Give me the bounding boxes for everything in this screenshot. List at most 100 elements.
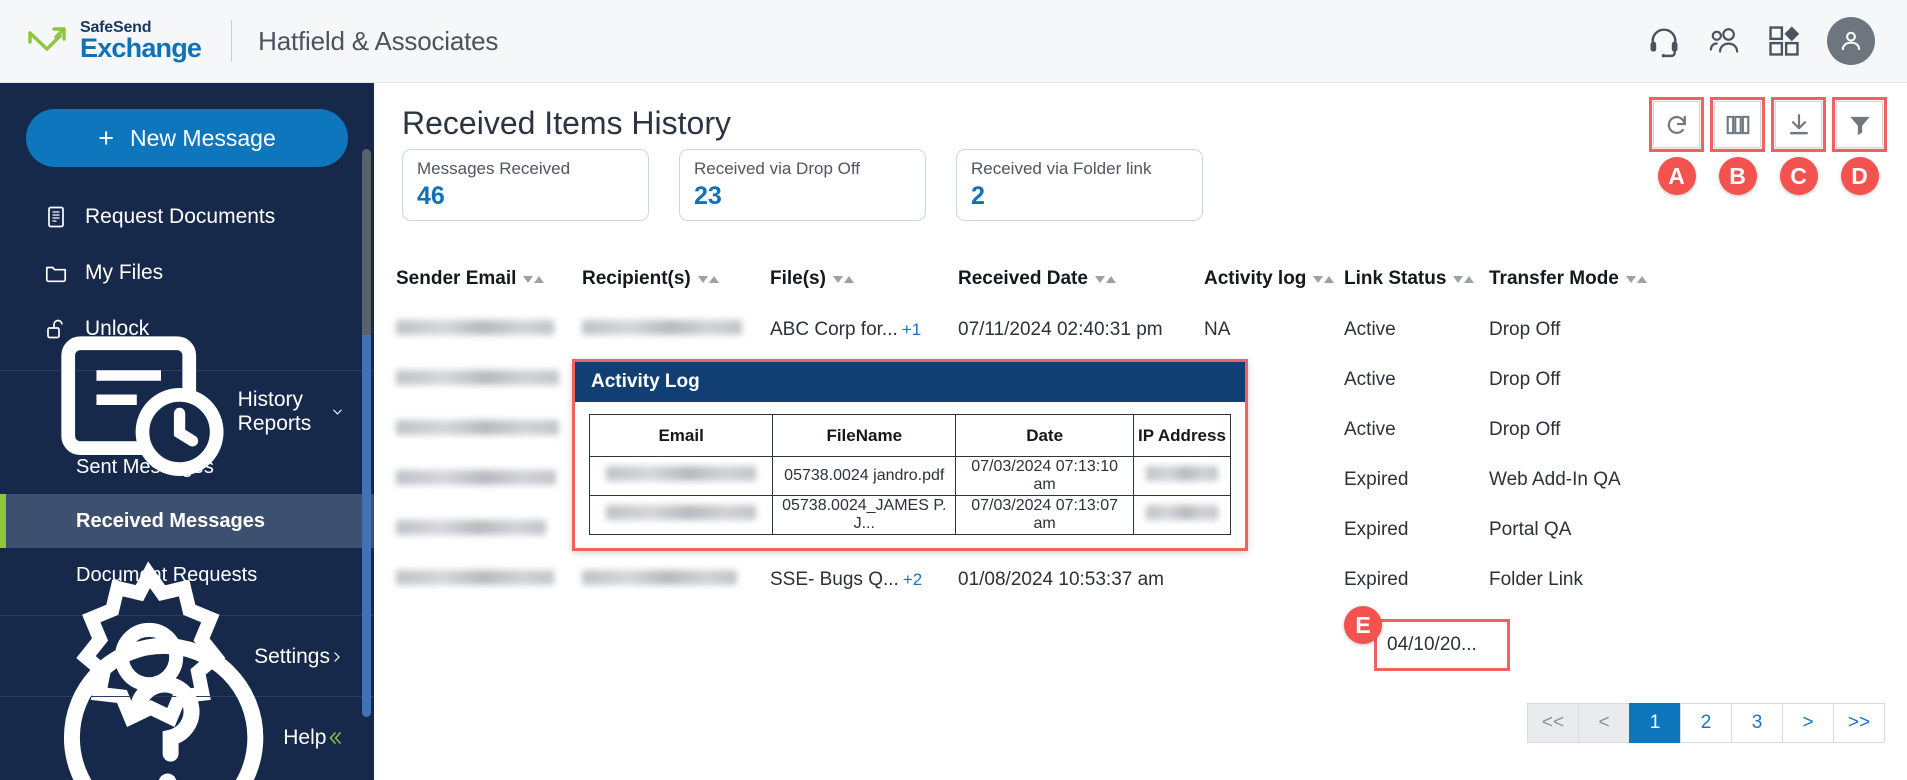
pagination-page-3[interactable]: 3 — [1731, 703, 1783, 743]
activity-cell-email — [588, 456, 774, 496]
filter-icon — [1849, 116, 1870, 135]
column-header-sender-email[interactable]: Sender Email — [396, 268, 582, 290]
app-logo[interactable]: SafeSend Exchange — [26, 20, 202, 63]
question-circle-icon — [63, 638, 264, 780]
highlighted-activity-log-cell[interactable]: 04/10/20... — [1374, 619, 1510, 671]
activity-cell-email — [588, 495, 774, 535]
redacted-value — [396, 520, 546, 535]
more-files-link[interactable]: +2 — [903, 570, 922, 589]
download-button[interactable] — [1775, 101, 1822, 148]
cell-files: ABC Corp for... +1 — [770, 319, 958, 341]
columns-button[interactable] — [1714, 101, 1761, 148]
sort-icon[interactable] — [523, 275, 545, 283]
activity-column-filename: FileName — [772, 414, 957, 457]
page-title: Received Items History — [402, 105, 731, 141]
pagination: << < 1 2 3 > >> — [1527, 703, 1885, 743]
cell-activity-log[interactable]: NA — [1204, 319, 1344, 341]
user-avatar[interactable] — [1827, 17, 1875, 65]
stat-value: 23 — [694, 182, 722, 210]
file-name: SSE- Bugs Q... — [770, 569, 899, 590]
more-files-link[interactable]: +1 — [902, 320, 921, 339]
cell-files: SSE- Bugs Q... +2 — [770, 569, 958, 591]
column-header-link-status[interactable]: Link Status — [1344, 268, 1489, 290]
pagination-prev[interactable]: < — [1578, 703, 1630, 743]
cell-sender-email — [396, 569, 582, 591]
activity-cell-filename: 05738.0024_JAMES P. J... — [772, 495, 957, 535]
cell-received-date: 07/11/2024 02:40:31 pm — [958, 319, 1163, 340]
new-message-button[interactable]: + New Message — [26, 109, 348, 167]
column-header-activity-log[interactable]: Activity log — [1204, 268, 1344, 290]
pagination-page-1[interactable]: 1 — [1629, 703, 1681, 743]
activity-log-row: 05738.0024 jandro.pdf 07/03/2024 07:13:1… — [588, 456, 1232, 496]
refresh-icon — [1667, 115, 1686, 134]
activity-column-ip-address: IP Address — [1132, 414, 1232, 457]
refresh-button[interactable] — [1653, 101, 1700, 148]
cell-link-status: Expired — [1344, 469, 1409, 490]
sidebar-label: My Files — [85, 261, 164, 284]
filter-button[interactable] — [1836, 101, 1883, 148]
pagination-first[interactable]: << — [1527, 703, 1579, 743]
annotation-label-d: D — [1840, 157, 1879, 195]
annotation-label-e: E — [1344, 606, 1382, 644]
sort-icon[interactable] — [1094, 275, 1116, 283]
chevron-down-icon — [333, 409, 342, 415]
folder-icon — [45, 266, 67, 283]
redacted-value — [396, 420, 559, 435]
sort-icon[interactable] — [1453, 275, 1475, 283]
redacted-value — [1145, 505, 1218, 520]
activity-log-body: Email FileName Date IP Address 05738.002… — [575, 402, 1245, 547]
sidebar-item-request-documents[interactable]: Request Documents — [0, 189, 374, 245]
activity-cell-ip — [1132, 495, 1232, 535]
column-header-transfer-mode[interactable]: Transfer Mode — [1489, 268, 1729, 290]
apps-grid-icon[interactable] — [1767, 24, 1801, 58]
toolbar-item-filter: D — [1832, 97, 1887, 195]
sort-icon[interactable] — [832, 275, 854, 283]
cell-link-status: Active — [1344, 369, 1396, 390]
headset-icon[interactable] — [1647, 24, 1681, 58]
sidebar-item-help[interactable]: Help — [0, 638, 374, 780]
header-actions — [1647, 17, 1875, 65]
sidebar-group-label: History Reports — [237, 388, 312, 435]
cell-link-status: Active — [1344, 419, 1396, 440]
column-header-received-date[interactable]: Received Date — [958, 268, 1204, 290]
table-row[interactable]: ABC Corp for... +1 07/11/2024 02:40:31 pm… — [396, 305, 1896, 355]
redacted-value — [582, 570, 737, 585]
cell-sender-email — [396, 469, 582, 491]
pagination-next[interactable]: > — [1782, 703, 1834, 743]
redacted-value — [606, 505, 757, 520]
main-content: Received Items History A B C D Messages … — [374, 83, 1907, 780]
header-divider — [231, 20, 233, 62]
collapse-sidebar-icon[interactable] — [326, 727, 344, 749]
activity-log-row: 05738.0024_JAMES P. J... 07/03/2024 07:1… — [588, 495, 1232, 535]
toolbar-item-columns: B — [1710, 97, 1765, 195]
column-header-files[interactable]: File(s) — [770, 268, 958, 290]
column-label: Link Status — [1344, 268, 1447, 289]
table-toolbar: A B C D — [1649, 97, 1887, 195]
pagination-last[interactable]: >> — [1833, 703, 1885, 743]
download-icon — [1789, 113, 1808, 134]
sidebar-item-my-files[interactable]: My Files — [0, 245, 374, 301]
columns-icon — [1726, 115, 1749, 134]
sidebar-sub-label: Sent Messages — [76, 455, 214, 478]
redacted-value — [396, 470, 556, 485]
table-row[interactable]: SSE- Bugs Q... +2 01/08/2024 10:53:37 am … — [396, 555, 1896, 605]
sort-icon[interactable] — [1313, 275, 1335, 283]
cell-recipients — [582, 319, 770, 341]
sort-icon[interactable] — [1625, 275, 1647, 283]
toolbar-item-refresh: A — [1649, 97, 1704, 195]
sort-icon[interactable] — [697, 275, 719, 283]
table-header-row: Sender Email Recipient(s) File(s) Receiv… — [396, 253, 1896, 305]
sidebar-scrollbar[interactable] — [362, 149, 371, 717]
contacts-icon[interactable] — [1707, 24, 1741, 58]
pagination-page-2[interactable]: 2 — [1680, 703, 1732, 743]
safesend-logo-icon — [28, 27, 66, 51]
logo-text-bottom: Exchange — [80, 33, 202, 63]
sidebar-group-history-reports[interactable]: History Reports — [0, 336, 374, 477]
activity-cell-ip — [1132, 456, 1232, 496]
column-header-recipients[interactable]: Recipient(s) — [582, 268, 770, 290]
stat-value: 2 — [971, 182, 985, 210]
organization-name: Hatfield & Associates — [258, 25, 499, 56]
sidebar-primary-list: Request Documents My Files Unlock — [0, 189, 374, 357]
sidebar-item-unlock[interactable]: Unlock — [0, 301, 374, 357]
stat-value: 46 — [417, 182, 445, 210]
